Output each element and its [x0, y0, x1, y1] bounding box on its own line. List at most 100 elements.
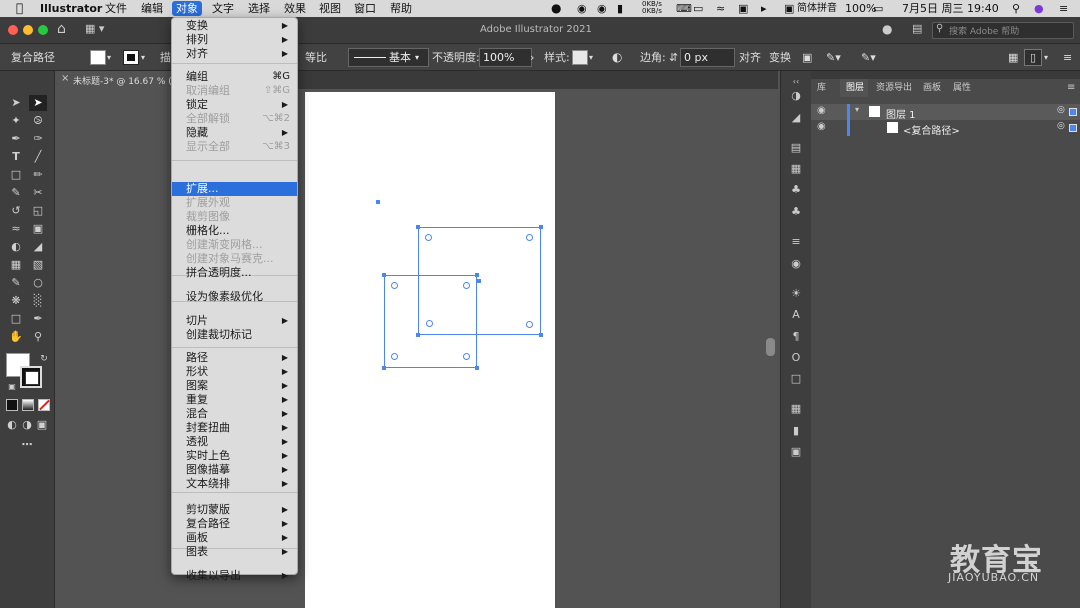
- envelope-icon[interactable]: ✎▾: [861, 50, 876, 65]
- menu-view[interactable]: 视图: [315, 1, 345, 16]
- corner-radius-field[interactable]: 0 px: [680, 48, 735, 67]
- corner-widget[interactable]: [526, 321, 533, 328]
- chevron-right-icon[interactable]: ›: [530, 50, 534, 65]
- keyboard-icon[interactable]: ⌨: [676, 1, 692, 16]
- symbol-sprayer-tool-icon[interactable]: ❋: [7, 293, 25, 309]
- help-search-box[interactable]: ⚲ 搜索 Adobe 帮助: [932, 22, 1074, 39]
- selection-handle[interactable]: [539, 225, 543, 229]
- zoom-tool-icon[interactable]: ⚲: [29, 329, 47, 345]
- menu-item[interactable]: 剪切蒙版 ▶: [172, 503, 297, 517]
- stroke-panel-icon[interactable]: ≡: [788, 235, 804, 249]
- paintbrush-tool-icon[interactable]: ✏: [29, 167, 47, 183]
- brushes-icon[interactable]: ♣: [788, 205, 804, 219]
- status-icon-2[interactable]: ◉: [597, 1, 607, 16]
- menu-file[interactable]: 文件: [101, 1, 131, 16]
- fill-swatch[interactable]: [90, 50, 106, 65]
- arrange-docs-icon[interactable]: ▦: [1008, 50, 1018, 65]
- panel-menu-icon[interactable]: ≡: [1063, 50, 1072, 65]
- menu-item[interactable]: 扩展...: [172, 182, 297, 196]
- selection-tool-icon[interactable]: ➤: [7, 95, 25, 111]
- corner-widget[interactable]: [425, 234, 432, 241]
- siri-icon[interactable]: ●: [1034, 1, 1044, 16]
- opentype-icon[interactable]: O: [788, 351, 804, 365]
- magic-wand-tool-icon[interactable]: ✦: [7, 113, 25, 129]
- status-icon-1[interactable]: ◉: [577, 1, 587, 16]
- symbols-icon[interactable]: ♣: [788, 183, 804, 197]
- chevron-down-icon[interactable]: ▾: [1044, 50, 1048, 65]
- spotlight-icon[interactable]: ⚲: [1012, 1, 1020, 16]
- status-icon-3[interactable]: ▮: [617, 1, 623, 16]
- width-tool-icon[interactable]: ≈: [7, 221, 25, 237]
- zoom-window-button[interactable]: [38, 25, 48, 35]
- direct-selection-tool-icon[interactable]: ➤: [29, 95, 47, 111]
- corner-widget[interactable]: [526, 234, 533, 241]
- selection-handle[interactable]: [382, 273, 386, 277]
- sublayer-name[interactable]: <复合路径>: [903, 122, 960, 137]
- swatches-icon[interactable]: ◢: [788, 111, 804, 125]
- menu-item[interactable]: 图案 ▶: [172, 379, 297, 393]
- line-tool-icon[interactable]: ╱: [29, 149, 47, 165]
- gradient-panel-icon[interactable]: ▤: [788, 141, 804, 155]
- shape-builder-tool-icon[interactable]: ◐: [7, 239, 25, 255]
- stroke-dropdown-icon[interactable]: ▾: [141, 50, 145, 65]
- graphic-style-swatch[interactable]: [572, 50, 588, 65]
- input-method[interactable]: 简体拼音: [797, 1, 837, 16]
- datetime[interactable]: 7月5日 周三 19:40: [902, 1, 999, 16]
- shaper-tool-icon[interactable]: ✎: [7, 185, 25, 201]
- isolate-icon[interactable]: ▣: [802, 50, 812, 65]
- selection-handle[interactable]: [475, 273, 479, 277]
- menu-item[interactable]: 重复 ▶: [172, 393, 297, 407]
- stroke-color-box[interactable]: [20, 366, 42, 388]
- gradient-mode-button[interactable]: [22, 399, 34, 411]
- pathfinder-icon[interactable]: ▣: [788, 445, 804, 459]
- free-transform-tool-icon[interactable]: ▣: [29, 221, 47, 237]
- tab-libraries[interactable]: 库: [817, 81, 826, 95]
- close-tab-icon[interactable]: ×: [61, 73, 69, 84]
- volume-icon[interactable]: ▸: [761, 1, 767, 16]
- tab-layers[interactable]: 图层: [846, 81, 864, 95]
- document-tab[interactable]: × 未标题-3* @ 16.67 % (RG: [56, 71, 185, 89]
- visibility-eye-icon[interactable]: ◉: [817, 105, 826, 116]
- app-menu[interactable]: Illustrator: [36, 1, 106, 16]
- opacity-field[interactable]: 100%: [479, 48, 532, 67]
- layer-row[interactable]: ◉ <复合路径> ◎: [811, 120, 1080, 137]
- airplay-icon[interactable]: ▭: [693, 1, 703, 16]
- corner-widget[interactable]: [463, 282, 470, 289]
- corner-widget[interactable]: [463, 353, 470, 360]
- none-mode-button[interactable]: [38, 399, 50, 411]
- pen-tool-icon[interactable]: ✒: [7, 131, 25, 147]
- menu-item[interactable]: 创建裁切标记: [172, 328, 297, 342]
- menu-item[interactable]: 混合 ▶: [172, 407, 297, 421]
- control-center-icon[interactable]: ≡: [1059, 1, 1068, 16]
- center-point[interactable]: [426, 320, 433, 327]
- tab-artboards[interactable]: 画板: [923, 81, 941, 95]
- align-link[interactable]: 对齐: [739, 50, 761, 65]
- color-guide-icon[interactable]: ◑: [788, 89, 804, 103]
- default-colors-icon[interactable]: ▣: [3, 379, 21, 395]
- puppet-warp-icon[interactable]: ✎▾: [826, 50, 841, 65]
- slice-tool-icon[interactable]: ✒: [29, 311, 47, 327]
- workspace-layout-icon[interactable]: ▦ ▾: [85, 22, 104, 35]
- blend-tool-icon[interactable]: ○: [29, 275, 47, 291]
- target-circle-icon[interactable]: ◎: [1057, 121, 1065, 131]
- menu-help[interactable]: 帮助: [386, 1, 416, 16]
- chevron-down-icon[interactable]: ▾: [855, 105, 859, 114]
- menu-item[interactable]: 锁定 ▶: [172, 98, 297, 112]
- menu-item[interactable]: 文本绕排 ▶: [172, 477, 297, 491]
- artboard-tool-icon[interactable]: □: [7, 311, 25, 327]
- corner-widget[interactable]: [391, 353, 398, 360]
- minimize-window-button[interactable]: [23, 25, 33, 35]
- menu-object[interactable]: 对象: [172, 1, 202, 16]
- gradient-tool-icon[interactable]: ▧: [29, 257, 47, 273]
- graphic-styles-icon[interactable]: ☀: [788, 287, 804, 301]
- menu-item[interactable]: 变换 ▶: [172, 19, 297, 33]
- character-icon[interactable]: A: [788, 308, 804, 322]
- selection-handle[interactable]: [416, 333, 420, 337]
- properties-toggle-icon[interactable]: ▯: [1024, 49, 1042, 66]
- selection-handle[interactable]: [539, 333, 543, 337]
- corner-widget[interactable]: [391, 282, 398, 289]
- scissors-tool-icon[interactable]: ✂: [29, 185, 47, 201]
- menu-type[interactable]: 文字: [208, 1, 238, 16]
- hand-tool-icon[interactable]: ✋: [7, 329, 25, 345]
- menu-window[interactable]: 窗口: [350, 1, 380, 16]
